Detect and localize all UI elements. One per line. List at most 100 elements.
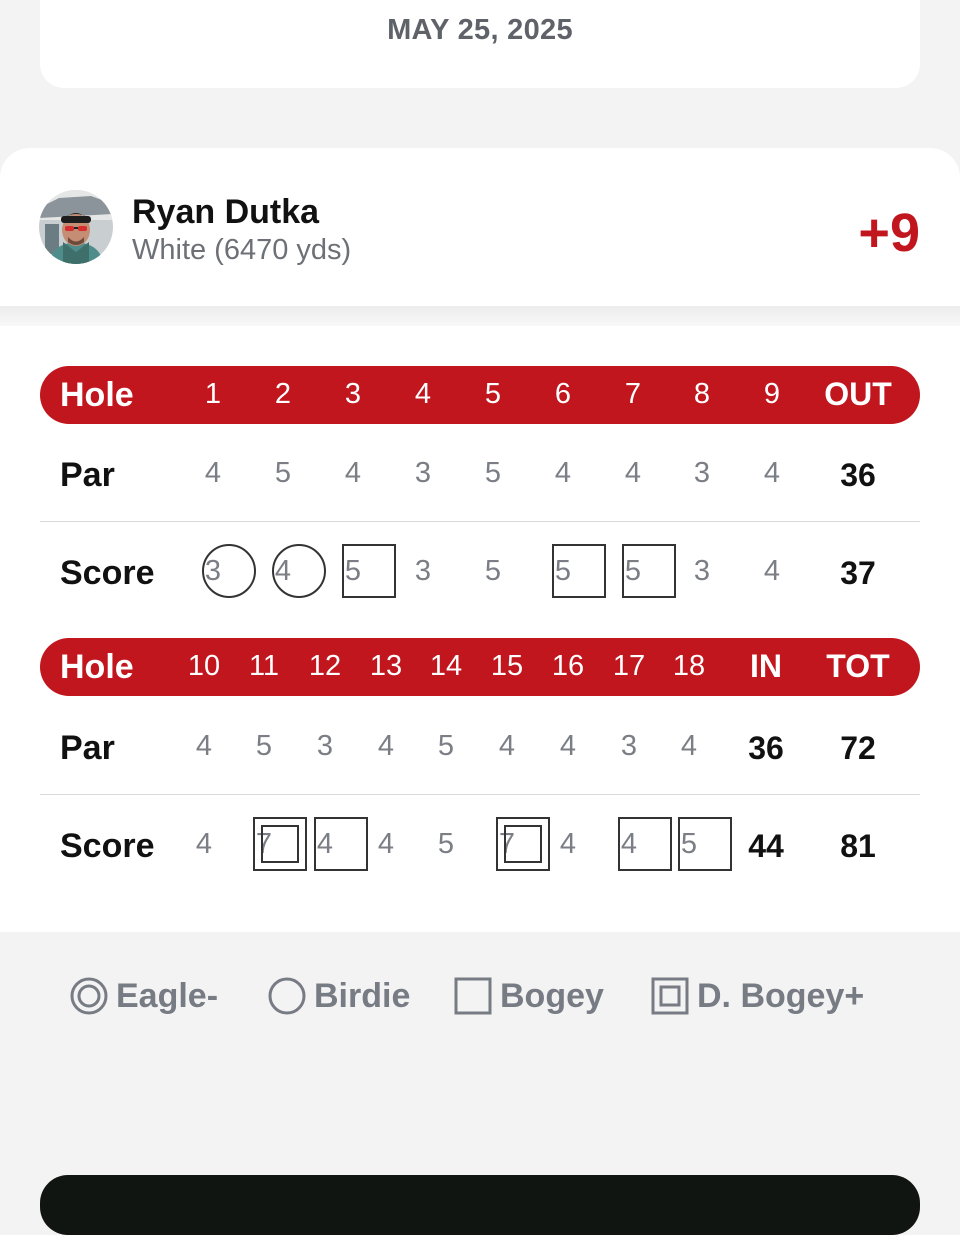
hole-number: 7 xyxy=(624,378,642,410)
par-value: 3 xyxy=(316,730,334,762)
score-value: 3 xyxy=(183,544,256,598)
tot-label: TOT xyxy=(826,648,890,684)
legend-double-bogey-label: D. Bogey+ xyxy=(697,976,865,1015)
bogey-marker xyxy=(551,544,606,598)
hole-number: 1 xyxy=(204,378,222,410)
par-in-total: 36 xyxy=(748,730,784,766)
in-label: IN xyxy=(750,648,782,684)
legend-eagle-label: Eagle- xyxy=(116,976,219,1015)
circle-icon xyxy=(268,977,306,1015)
bogey-marker xyxy=(677,817,732,871)
par-value: 3 xyxy=(620,730,638,762)
legend-birdie: Birdie xyxy=(268,973,410,1019)
score-value: 3 xyxy=(414,555,432,587)
player-card[interactable]: Ryan Dutka White (6470 yds) +9 xyxy=(0,148,960,306)
par-out-total: 36 xyxy=(840,457,876,493)
front-nine-hole-header: Hole 1 2 3 4 5 6 7 8 9 OUT xyxy=(40,366,920,424)
front-score-row: Score 3 4 5 3 5 5 5 3 4 37 xyxy=(0,542,960,602)
out-label: OUT xyxy=(824,376,892,412)
hole-number: 17 xyxy=(612,650,646,682)
score-value: 5 xyxy=(659,817,732,871)
par-value: 4 xyxy=(195,730,213,762)
date-card: MAY 25, 2025 xyxy=(40,0,920,88)
par-value: 5 xyxy=(255,730,273,762)
hole-number: 3 xyxy=(344,378,362,410)
par-tot-total: 72 xyxy=(840,730,876,766)
par-value: 4 xyxy=(680,730,698,762)
back-par-row: Par 4 5 3 4 5 4 4 3 4 36 72 xyxy=(0,717,960,777)
bogey-marker xyxy=(621,544,676,598)
hole-label: Hole xyxy=(60,648,134,686)
score-value: 4 xyxy=(295,817,368,871)
card-divider-shadow xyxy=(0,306,960,326)
score-legend: Eagle- Birdie Bogey D. Bogey+ xyxy=(0,973,960,1023)
legend-bogey-label: Bogey xyxy=(500,976,604,1015)
score-tot-total: 81 xyxy=(840,828,876,864)
double-circle-icon xyxy=(70,977,108,1015)
hole-number: 14 xyxy=(429,650,463,682)
hole-number: 16 xyxy=(551,650,585,682)
score-out-total: 37 xyxy=(840,555,876,591)
par-value: 5 xyxy=(484,457,502,489)
score-value: 4 xyxy=(599,817,672,871)
legend-double-bogey: D. Bogey+ xyxy=(651,973,864,1019)
par-value: 4 xyxy=(344,457,362,489)
hole-number: 15 xyxy=(490,650,524,682)
player-name: Ryan Dutka xyxy=(132,193,320,231)
score-value: 3 xyxy=(693,555,711,587)
score-value: 5 xyxy=(533,544,606,598)
score-value: 4 xyxy=(559,828,577,860)
score-value: 7 xyxy=(234,817,307,871)
double-square-icon xyxy=(651,977,689,1015)
par-value: 4 xyxy=(559,730,577,762)
legend-bogey: Bogey xyxy=(454,973,604,1019)
score-value: 7 xyxy=(477,817,550,871)
score-value: 5 xyxy=(323,544,396,598)
hole-number: 12 xyxy=(308,650,342,682)
hole-number: 8 xyxy=(693,378,711,410)
birdie-marker xyxy=(201,544,256,598)
score-value: 4 xyxy=(763,555,781,587)
birdie-marker xyxy=(271,544,326,598)
legend-birdie-label: Birdie xyxy=(314,976,411,1015)
par-value: 4 xyxy=(624,457,642,489)
front-par-row: Par 4 5 4 3 5 4 4 3 4 36 xyxy=(0,444,960,504)
score-value: 4 xyxy=(253,544,326,598)
back-score-row: Score 4 7 4 4 5 7 4 4 5 44 81 xyxy=(0,815,960,875)
player-tee-info: White (6470 yds) xyxy=(132,234,352,266)
score-value: 5 xyxy=(437,828,455,860)
hole-number: 10 xyxy=(187,650,221,682)
bottom-action-bar[interactable] xyxy=(40,1175,920,1235)
score-value: 4 xyxy=(377,828,395,860)
par-value: 4 xyxy=(377,730,395,762)
legend-eagle: Eagle- xyxy=(70,973,218,1019)
hole-number: 11 xyxy=(248,650,280,682)
par-value: 5 xyxy=(437,730,455,762)
scorecard: Hole 1 2 3 4 5 6 7 8 9 OUT Par 4 5 4 3 5… xyxy=(0,326,960,932)
par-label: Par xyxy=(60,729,115,767)
hole-number: 2 xyxy=(274,378,292,410)
row-divider xyxy=(40,794,920,795)
avatar xyxy=(39,190,113,264)
par-value: 5 xyxy=(274,457,292,489)
hole-number: 5 xyxy=(484,378,502,410)
square-icon xyxy=(454,977,492,1015)
hole-number: 18 xyxy=(672,650,706,682)
row-divider xyxy=(40,521,920,522)
par-value: 4 xyxy=(763,457,781,489)
score-in-total: 44 xyxy=(748,828,784,864)
hole-label: Hole xyxy=(60,376,134,414)
par-value: 4 xyxy=(554,457,572,489)
hole-number: 13 xyxy=(369,650,403,682)
par-value: 4 xyxy=(498,730,516,762)
score-value: 5 xyxy=(603,544,676,598)
bogey-marker xyxy=(341,544,396,598)
par-value: 4 xyxy=(204,457,222,489)
hole-number: 6 xyxy=(554,378,572,410)
round-date: MAY 25, 2025 xyxy=(387,14,573,46)
hole-number: 9 xyxy=(763,378,781,410)
score-to-par: +9 xyxy=(858,203,920,263)
score-value: 5 xyxy=(484,555,502,587)
hole-number: 4 xyxy=(414,378,432,410)
back-nine-hole-header: Hole 10 11 12 13 14 15 16 17 18 IN TOT xyxy=(40,638,920,696)
